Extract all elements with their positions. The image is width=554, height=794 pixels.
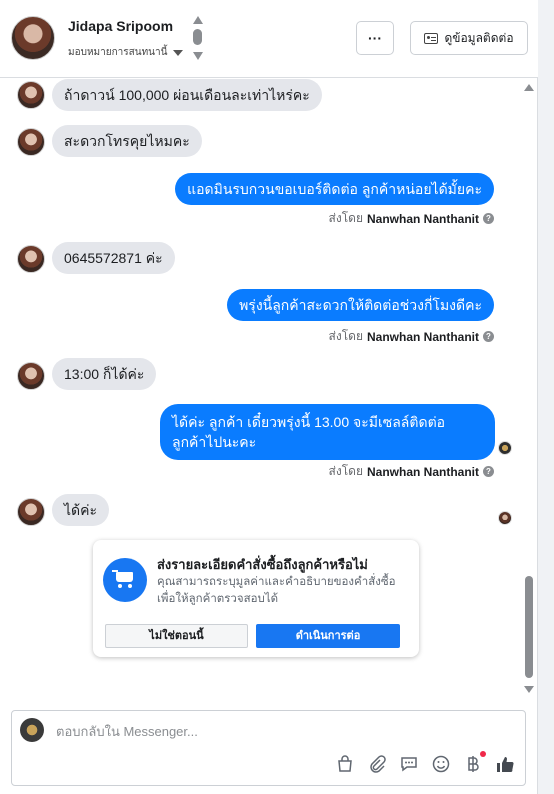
saved-replies-icon[interactable]	[398, 753, 420, 775]
sent-by-agent: Nanwhan Nanthanit	[366, 211, 479, 226]
continue-button[interactable]: ดำเนินการต่อ	[256, 624, 400, 648]
help-icon[interactable]: ?	[483, 213, 494, 224]
sender-avatar	[17, 128, 45, 156]
sent-by-prefix: ส่งโดย	[328, 211, 363, 225]
thumbs-up-icon[interactable]	[494, 753, 516, 775]
seen-indicator	[498, 441, 512, 455]
contact-card-icon	[424, 32, 439, 44]
sender-avatar	[17, 362, 45, 390]
outgoing-message: พรุ่งนี้ลูกค้าสะดวกให้ติดต่อช่วงกี่โมงดี…	[227, 289, 494, 321]
more-options-button[interactable]: ···	[356, 21, 394, 55]
reply-input[interactable]	[56, 720, 496, 742]
notification-dot	[480, 751, 486, 757]
scroll-handle[interactable]	[193, 29, 202, 45]
order-prompt-title: ส่งรายละเอียดคำสั่งซื้อถึงลูกค้าหรือไม่	[157, 557, 368, 572]
incoming-message: 13:00 ก็ได้ค่ะ	[52, 358, 157, 390]
incoming-message: ถ้าดาวน์ 100,000 ผ่อนเดือนละเท่าไหร่คะ	[52, 79, 322, 111]
conversation-header: Jidapa Sripoom มอบหมายการสนทนานี้ ··· ดู…	[0, 0, 538, 78]
sent-by-agent: Nanwhan Nanthanit	[366, 329, 479, 344]
message-composer	[11, 710, 526, 786]
sender-avatar	[17, 245, 45, 273]
sent-by-agent: Nanwhan Nanthanit	[366, 464, 479, 479]
chevron-down-icon	[173, 49, 184, 56]
not-now-button[interactable]: ไม่ใช่ตอนนี้	[105, 624, 248, 648]
emoji-icon[interactable]	[430, 753, 452, 775]
conversation-panel: Jidapa Sripoom มอบหมายการสนทนานี้ ··· ดู…	[0, 0, 538, 794]
incoming-message: 0645572871 ค่ะ	[52, 242, 175, 274]
scroll-down-arrow-icon[interactable]	[524, 686, 534, 693]
shopping-bag-icon[interactable]	[334, 753, 356, 775]
read-receipt-avatar	[498, 511, 512, 525]
outgoing-message: ได้ค่ะ ลูกค้า เดี๋ยวพรุ่งนี้ 13.00 จะมีเ…	[160, 404, 495, 460]
baht-payment-icon[interactable]	[462, 751, 486, 775]
paperclip-icon[interactable]	[366, 753, 388, 775]
arrow-up-icon[interactable]	[193, 16, 203, 24]
view-contact-info-button[interactable]: ดูข้อมูลติดต่อ	[410, 21, 528, 55]
composer-toolbar	[334, 751, 516, 777]
help-icon[interactable]: ?	[483, 466, 494, 477]
contact-avatar[interactable]	[11, 16, 55, 60]
shopping-cart-icon	[103, 558, 147, 602]
arrow-down-icon[interactable]	[193, 52, 203, 60]
contact-name[interactable]: Jidapa Sripoom	[68, 18, 173, 34]
incoming-message: ได้ค่ะ	[52, 494, 110, 526]
sender-avatar	[17, 498, 45, 526]
scroll-up-arrow-icon[interactable]	[524, 84, 534, 91]
assign-label: มอบหมายการสนทนานี้	[68, 47, 168, 58]
right-panel-edge	[538, 0, 554, 794]
sent-by-line: ส่งโดย Nanwhan Nanthanit ?	[329, 209, 494, 228]
incoming-message: สะดวกโทรคุยไหมคะ	[52, 125, 202, 157]
message-scrollbar[interactable]	[522, 80, 536, 698]
conversation-scroll-control[interactable]	[192, 16, 204, 62]
scrollbar-thumb[interactable]	[525, 576, 533, 678]
outgoing-message: แอดมินรบกวนขอเบอร์ติดต่อ ลูกค้าหน่อยได้ม…	[175, 173, 494, 205]
sent-by-line: ส่งโดย Nanwhan Nanthanit ?	[329, 462, 494, 481]
sent-by-prefix: ส่งโดย	[328, 464, 363, 478]
order-details-prompt: ส่งรายละเอียดคำสั่งซื้อถึงลูกค้าหรือไม่ …	[93, 540, 419, 657]
help-icon[interactable]: ?	[483, 331, 494, 342]
assign-conversation-dropdown[interactable]: มอบหมายการสนทนานี้	[68, 45, 184, 60]
order-prompt-description: คุณสามารถระบุมูลค่าและคำอธิบายของคำสั่งซ…	[157, 576, 396, 605]
contact-info-label: ดูข้อมูลติดต่อ	[444, 30, 514, 45]
sent-by-prefix: ส่งโดย	[328, 329, 363, 343]
sent-by-line: ส่งโดย Nanwhan Nanthanit ?	[329, 327, 494, 346]
page-avatar	[20, 718, 44, 742]
sender-avatar	[17, 81, 45, 109]
